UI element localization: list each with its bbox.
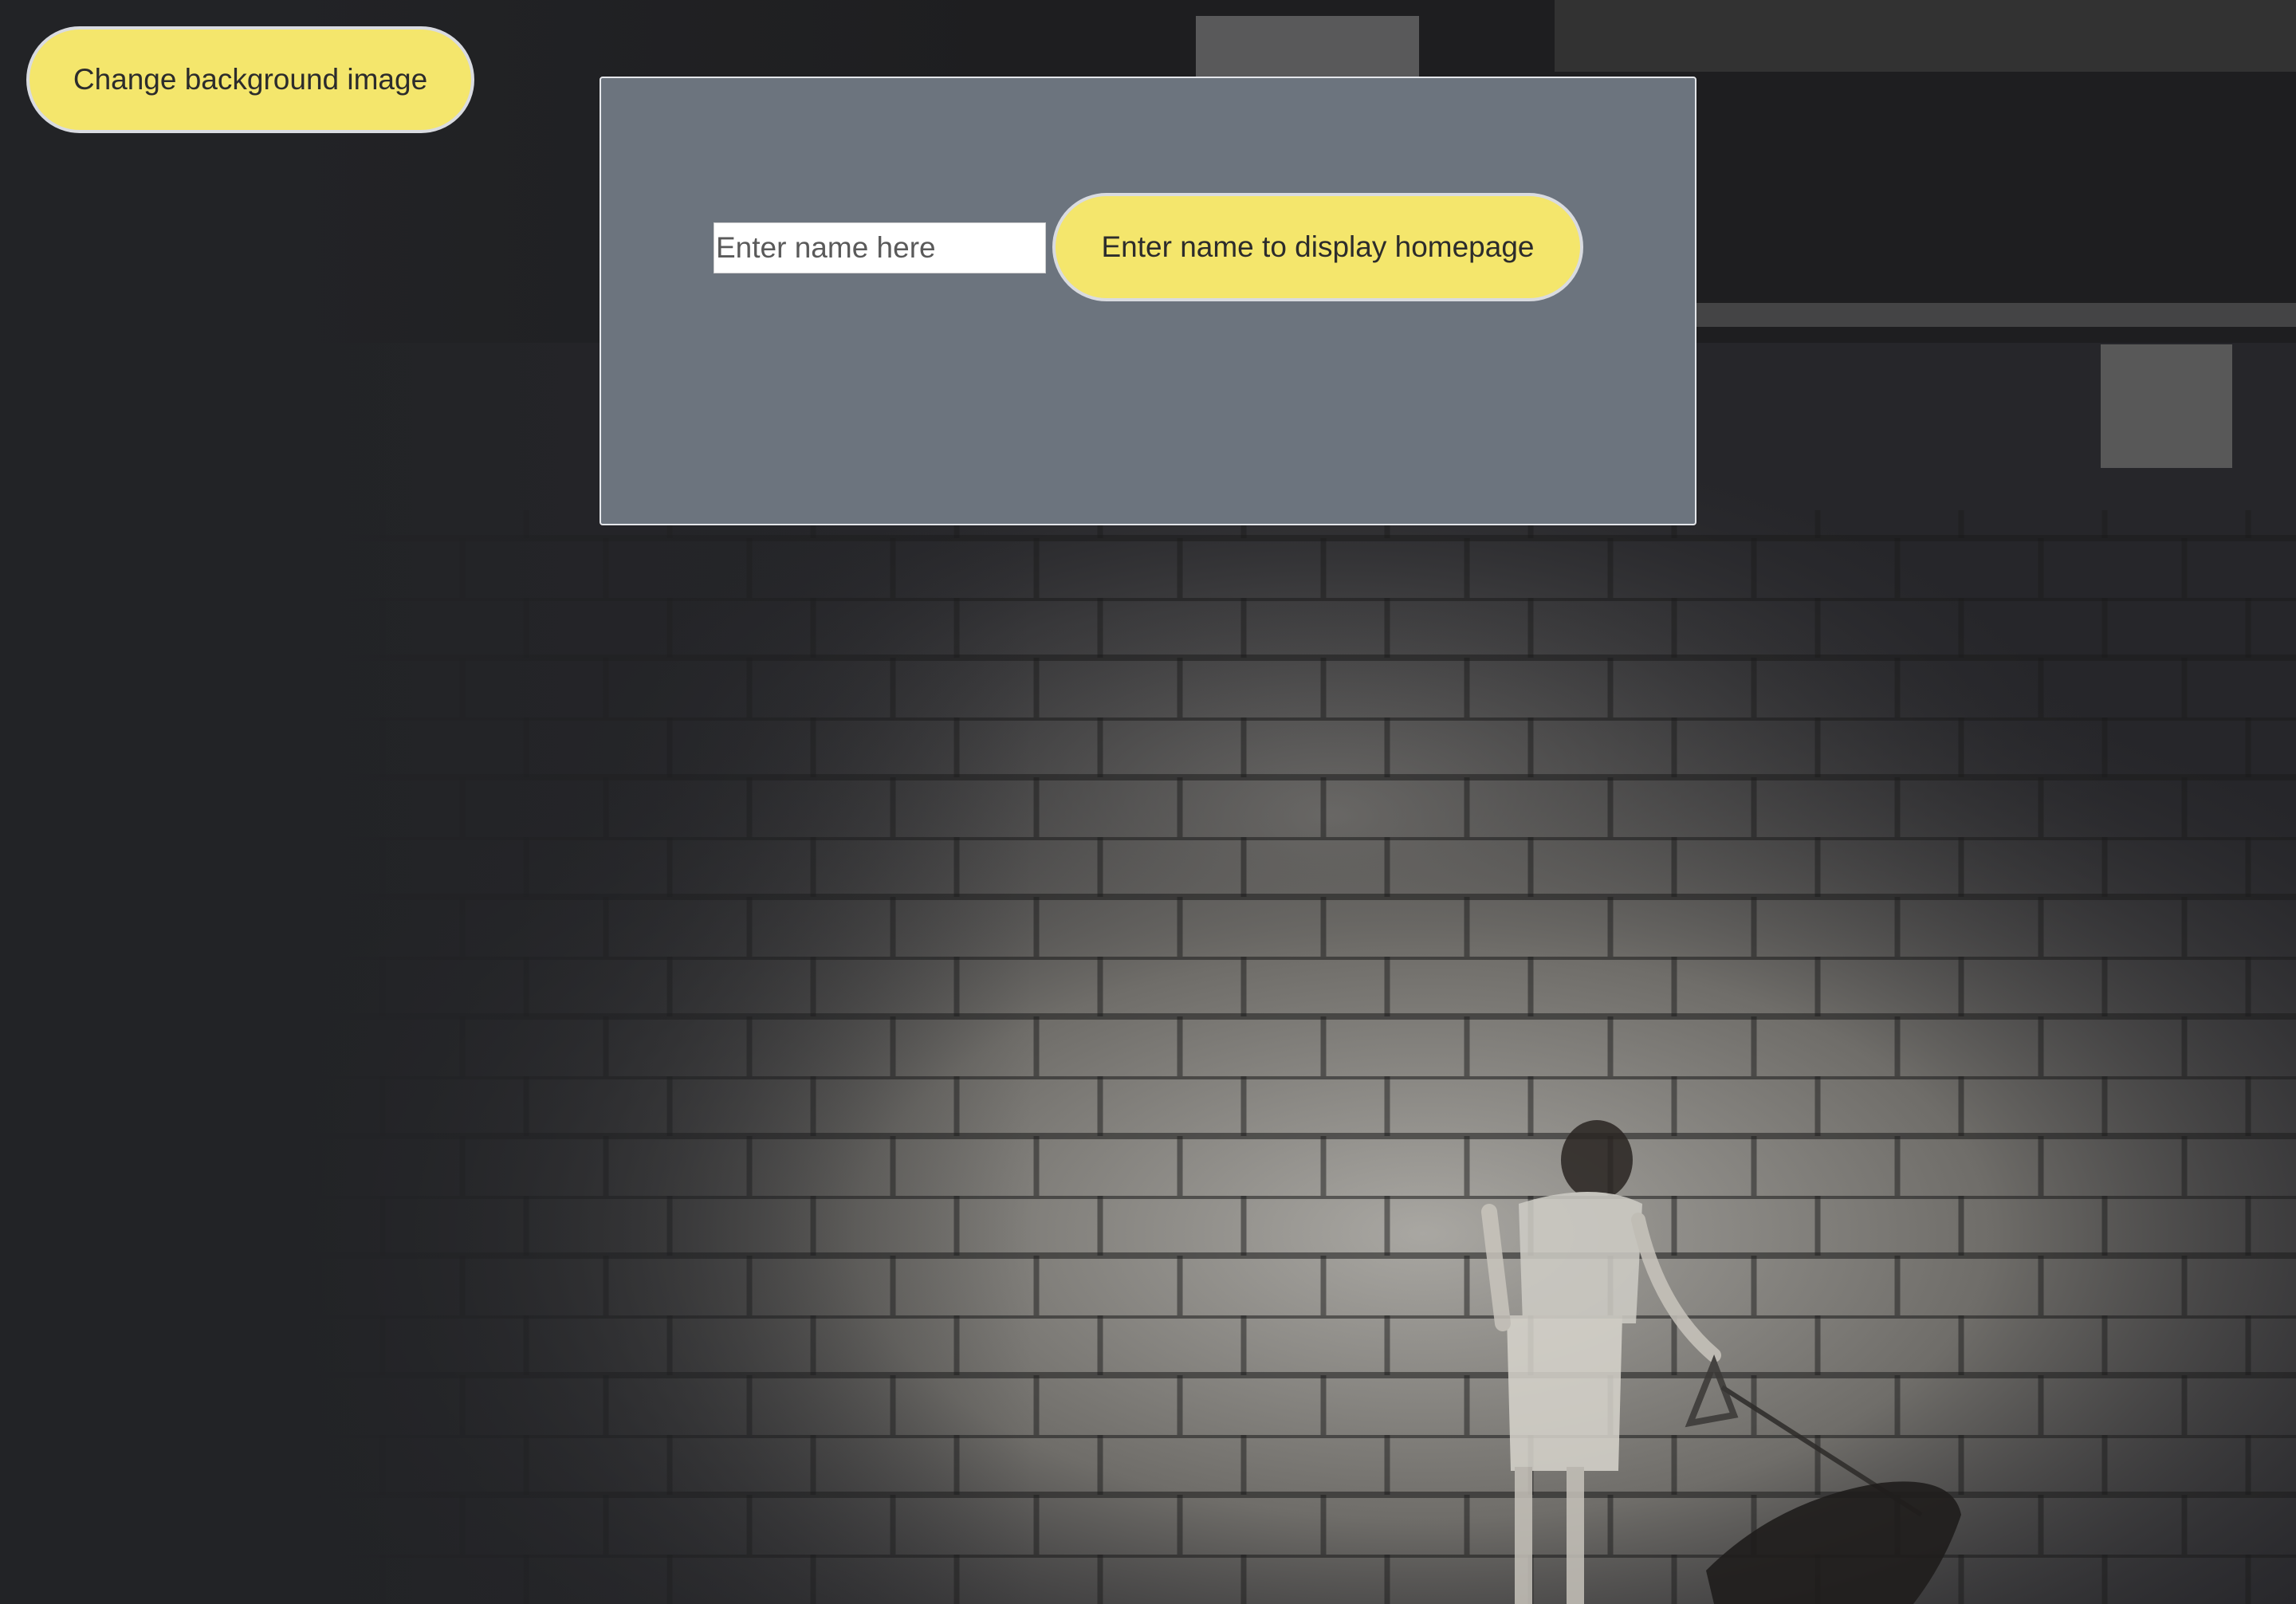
name-input[interactable] bbox=[714, 222, 1046, 273]
name-entry-panel: Enter name to display homepage bbox=[600, 77, 1696, 525]
change-background-button[interactable]: Change background image bbox=[26, 26, 474, 133]
enter-name-button[interactable]: Enter name to display homepage bbox=[1052, 193, 1583, 301]
page: Change background image Enter name to di… bbox=[0, 0, 2296, 1604]
